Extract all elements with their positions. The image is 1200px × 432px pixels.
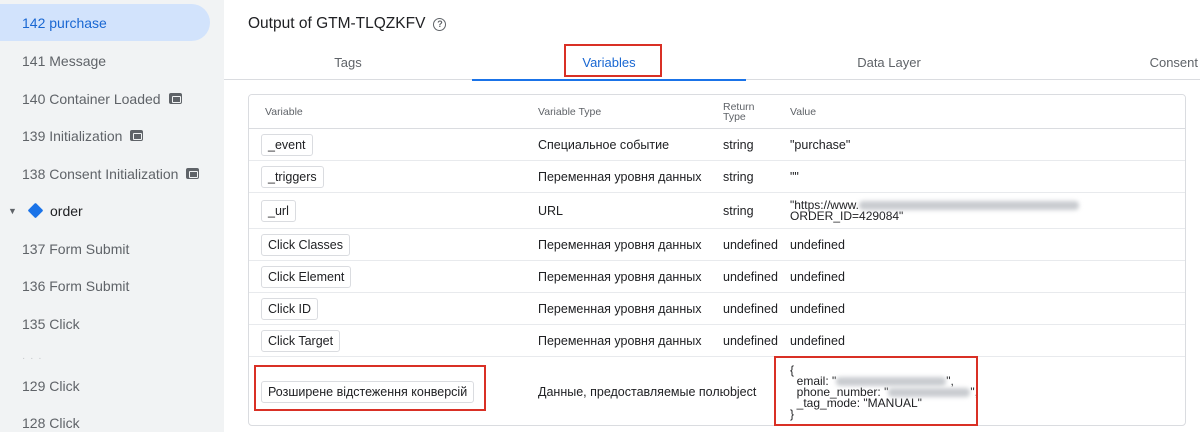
column-header-value: Value — [790, 106, 817, 118]
column-header-variable-type: Variable Type — [538, 106, 602, 118]
return-type: string — [723, 169, 754, 184]
return-type: undefined — [723, 237, 778, 252]
variable-name-chip[interactable]: Click Target — [261, 329, 341, 352]
sidebar-item-141-message[interactable]: 141 Message — [0, 42, 210, 79]
main-panel: Output of GTM-TLQZKFV ? Tags Variables D… — [224, 0, 1200, 432]
tab-data-layer[interactable]: Data Layer — [746, 44, 1032, 80]
variable-type: Специальное событие — [538, 137, 670, 152]
sidebar-item-140-container-loaded[interactable]: 140 Container Loaded — [0, 80, 210, 117]
variable-name-chip[interactable]: _event — [261, 133, 313, 156]
variable-type: Переменная уровня данных — [538, 301, 702, 316]
redacted-text — [858, 200, 1079, 210]
return-type: undefined — [723, 269, 778, 284]
return-type: string — [723, 203, 754, 218]
diamond-icon — [27, 202, 44, 219]
table-header: Variable Variable Type Return Type Value — [249, 95, 1185, 129]
table-row[interactable]: Click ID Переменная уровня данных undefi… — [249, 293, 1185, 325]
event-timeline-sidebar: 142 purchase 141 Message 140 Container L… — [0, 0, 224, 432]
return-type: object — [723, 385, 757, 399]
help-circle-icon[interactable]: ? — [433, 17, 447, 31]
sidebar-item-129-click[interactable]: 129 Click — [0, 367, 210, 404]
sidebar-collapsed-items: · · · — [22, 353, 43, 364]
variable-value: "" — [790, 169, 799, 184]
chevron-down-icon[interactable]: ▼ — [8, 206, 20, 216]
variable-type: Переменная уровня данных — [538, 269, 702, 284]
sidebar-item-135-click[interactable]: 135 Click — [0, 305, 210, 342]
column-header-return-type: Return Type — [723, 95, 755, 129]
container-icon — [168, 93, 182, 104]
variable-name-chip[interactable]: _triggers — [261, 165, 324, 188]
tab-label: Consent — [1149, 54, 1198, 70]
sidebar-item-label: 139 Initialization — [22, 127, 123, 144]
sidebar-item-label: 138 Consent Initialization — [22, 165, 179, 182]
highlight-variables-tab — [564, 44, 662, 77]
variable-value: "https://www. ORDER_ID=429084" — [790, 193, 1079, 228]
sidebar-item-label: 129 Click — [22, 377, 80, 394]
output-tabs: Tags Variables Data Layer Consent — [224, 44, 1200, 81]
variable-name-chip[interactable]: Click Classes — [261, 233, 351, 256]
table-row[interactable]: _url URL string "https://www. ORDER_ID=4… — [249, 193, 1185, 229]
variable-name-chip[interactable]: Click ID — [261, 297, 319, 320]
sidebar-item-128-click[interactable]: 128 Click — [0, 404, 210, 432]
return-type: undefined — [723, 333, 778, 348]
return-type: undefined — [723, 301, 778, 316]
sidebar-group-order[interactable]: ▼ order — [0, 192, 210, 229]
variable-value: undefined — [790, 301, 845, 316]
page-title: Output of GTM-TLQZKFV ? — [248, 15, 447, 33]
highlight-object-value — [774, 356, 978, 426]
variable-name-chip[interactable]: Click Element — [261, 265, 352, 288]
sidebar-item-137-form-submit[interactable]: 137 Form Submit — [0, 230, 210, 267]
sidebar-item-label: 136 Form Submit — [22, 277, 130, 294]
variable-type: Переменная уровня данных — [538, 333, 702, 348]
tab-tags[interactable]: Tags — [224, 44, 472, 80]
variable-value: "purchase" — [790, 137, 851, 152]
return-type: string — [723, 137, 754, 152]
table-row[interactable]: Click Classes Переменная уровня данных u… — [249, 229, 1185, 261]
table-row[interactable]: Click Element Переменная уровня данных u… — [249, 261, 1185, 293]
table-row[interactable]: Click Target Переменная уровня данных un… — [249, 325, 1185, 357]
return-type-line2: Type — [723, 111, 746, 123]
variable-value: undefined — [790, 333, 845, 348]
table-row[interactable]: _triggers Переменная уровня данных strin… — [249, 161, 1185, 193]
table-row[interactable]: _event Специальное событие string "purch… — [249, 129, 1185, 161]
variable-type: Переменная уровня данных — [538, 169, 702, 184]
sidebar-item-label: 128 Click — [22, 414, 80, 431]
sidebar-item-142-purchase[interactable]: 142 purchase — [0, 4, 210, 41]
sidebar-item-138-consent-initialization[interactable]: 138 Consent Initialization — [0, 155, 210, 192]
sidebar-item-label: 140 Container Loaded — [22, 90, 161, 107]
variable-value: undefined — [790, 237, 845, 252]
tab-label: Tags — [334, 54, 362, 70]
sidebar-item-label: 142 purchase — [22, 14, 107, 31]
container-icon — [186, 168, 200, 179]
highlight-variable-name — [254, 365, 486, 411]
tab-consent[interactable]: Consent — [1032, 44, 1200, 80]
tab-label: Data Layer — [857, 54, 921, 70]
variable-type: Данные, предоставляемые поль — [538, 385, 723, 399]
url-value-line2: ORDER_ID=429084" — [790, 208, 904, 223]
column-header-variable: Variable — [265, 106, 303, 118]
container-icon — [130, 130, 144, 141]
sidebar-item-139-initialization[interactable]: 139 Initialization — [0, 117, 210, 154]
sidebar-item-label: 135 Click — [22, 315, 80, 332]
sidebar-item-label: 137 Form Submit — [22, 240, 130, 257]
variable-value: undefined — [790, 269, 845, 284]
sidebar-item-label: 141 Message — [22, 52, 107, 69]
variable-type: Переменная уровня данных — [538, 237, 702, 252]
page-title-text: Output of GTM-TLQZKFV — [248, 15, 426, 32]
variable-type: URL — [538, 203, 564, 218]
sidebar-group-label: order — [50, 202, 83, 219]
sidebar-item-136-form-submit[interactable]: 136 Form Submit — [0, 267, 210, 304]
variable-name-chip[interactable]: _url — [261, 199, 296, 222]
